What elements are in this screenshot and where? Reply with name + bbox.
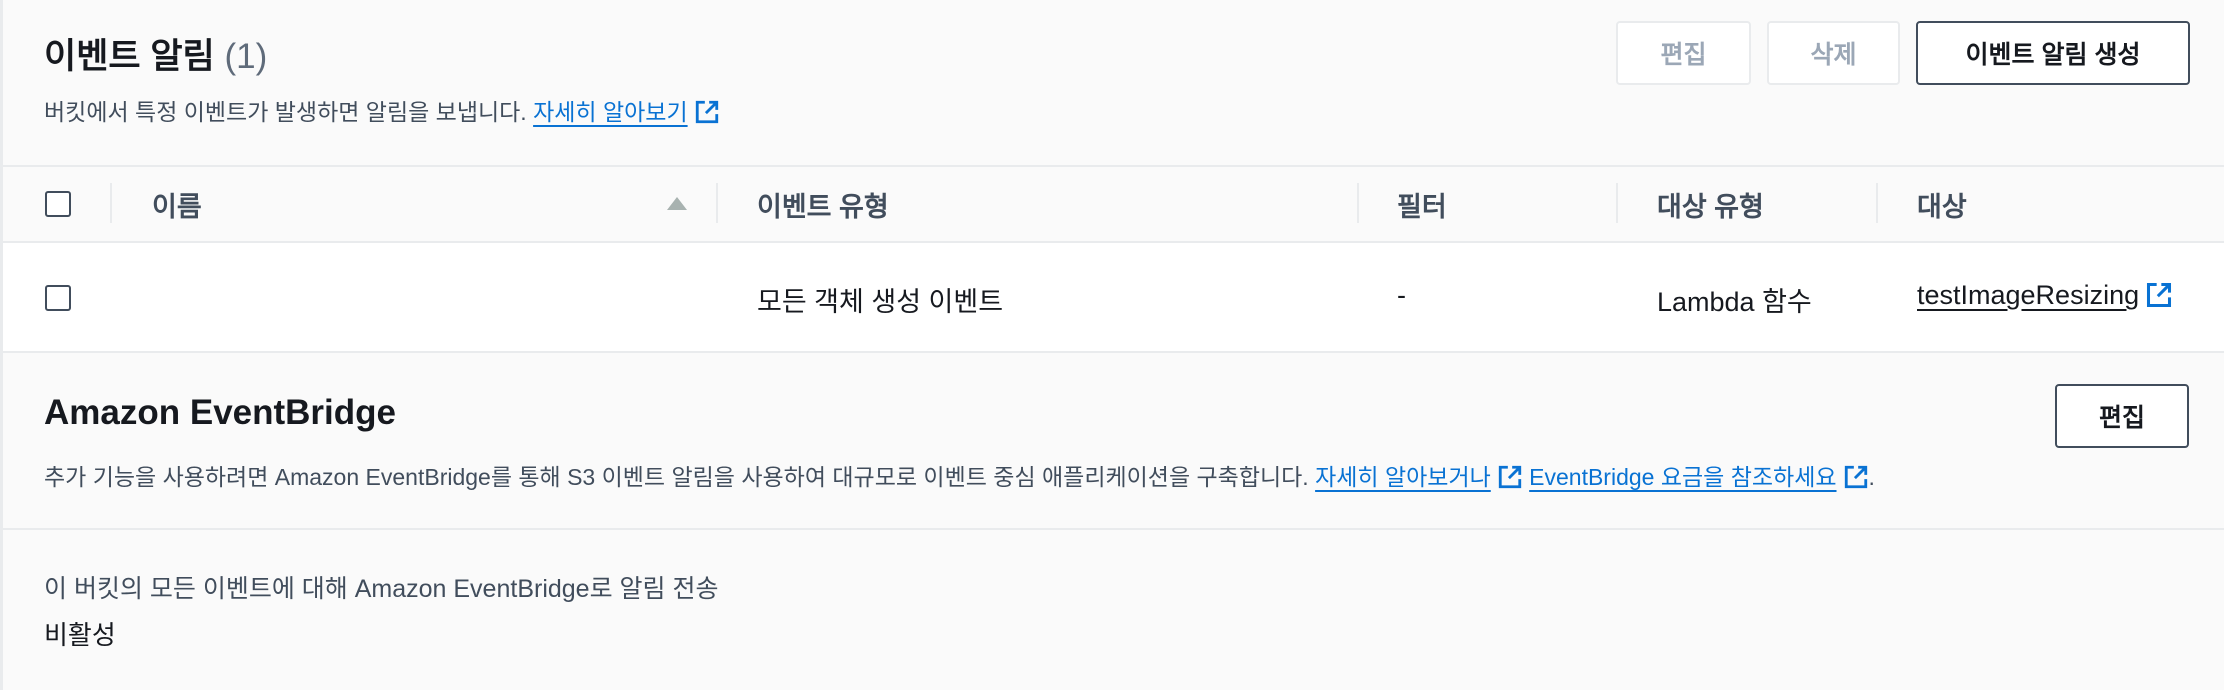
notifications-description: 버킷에서 특정 이벤트가 발생하면 알림을 보냅니다. 자세히 알아보기 [44,93,720,127]
column-header-destination[interactable]: 대상 [1917,185,1967,224]
section-divider [3,528,2224,530]
external-link-icon [1844,465,1867,489]
learn-more-label: 자세히 알아보거나 [1315,464,1491,490]
select-all-checkbox[interactable] [45,191,71,217]
column-separator [1876,183,1878,223]
external-link-icon [695,100,718,124]
row-destination-type: Lambda 함수 [1657,287,1812,317]
column-header-destination-type[interactable]: 대상 유형 [1657,185,1764,224]
notifications-description-text: 버킷에서 특정 이벤트가 발생하면 알림을 보냅니다. [44,99,527,125]
eventbridge-learn-more-link[interactable]: 자세히 알아보거나 [1315,464,1523,490]
learn-more-label: 자세히 알아보기 [533,99,688,125]
row-checkbox[interactable] [45,285,71,311]
notifications-learn-more-link[interactable]: 자세히 알아보기 [533,99,720,125]
destination-label: testImageResizing [1917,280,2140,310]
pricing-label: EventBridge 요금을 참조하세요 [1529,464,1837,490]
notifications-title-text: 이벤트 알림 [44,37,215,76]
column-header-name[interactable]: 이름 [152,185,202,224]
eventbridge-title: Amazon EventBridge [44,393,396,432]
column-separator [1357,183,1359,223]
column-separator [716,183,718,223]
eventbridge-description: 추가 기능을 사용하려면 Amazon EventBridge를 통해 S3 이… [44,458,1875,492]
external-link-icon [1498,465,1521,489]
row-filter: - [1397,280,1406,310]
column-header-filter[interactable]: 필터 [1397,185,1447,224]
row-destination-link[interactable]: testImageResizing [1917,280,2173,311]
eventbridge-edit-button[interactable]: 편집 [2055,384,2189,448]
description-period: . [1868,464,1875,490]
eventbridge-pricing-link[interactable]: EventBridge 요금을 참조하세요 [1529,464,1868,490]
notifications-title: 이벤트 알림 (1) [44,28,267,79]
column-separator [110,183,112,223]
table-header [3,165,2224,243]
edit-button[interactable]: 편집 [1616,21,1751,85]
eventbridge-setting-label: 이 버킷의 모든 이벤트에 대해 Amazon EventBridge로 알림 … [44,575,719,603]
table-row [3,243,2224,353]
column-separator [1616,183,1618,223]
sort-ascending-icon[interactable] [665,194,689,212]
eventbridge-description-text: 추가 기능을 사용하려면 Amazon EventBridge를 통해 S3 이… [44,464,1309,490]
notifications-count: (1) [224,37,268,76]
external-link-icon [2147,282,2172,308]
create-event-notification-button[interactable]: 이벤트 알림 생성 [1916,21,2190,85]
row-event-type: 모든 객체 생성 이벤트 [757,287,1004,317]
column-header-event-type[interactable]: 이벤트 유형 [757,185,889,224]
eventbridge-setting-value: 비활성 [44,620,116,650]
delete-button[interactable]: 삭제 [1767,21,1900,85]
